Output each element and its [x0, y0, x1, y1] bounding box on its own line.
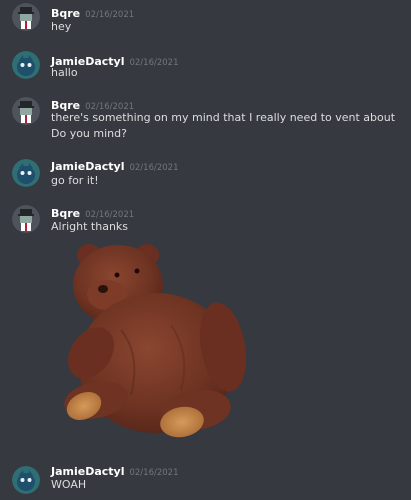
- avatar-bqre[interactable]: [12, 3, 40, 31]
- message-text: WOAH: [51, 478, 87, 491]
- timestamp: 02/16/2021: [129, 58, 179, 68]
- timestamp: 02/16/2021: [85, 10, 135, 20]
- avatar-jamiedactyl[interactable]: [12, 466, 40, 494]
- avatar-bqre[interactable]: [12, 205, 40, 233]
- timestamp: 02/16/2021: [129, 163, 179, 173]
- message-text: go for it!: [51, 174, 99, 187]
- message-text: hey: [51, 20, 72, 33]
- timestamp: 02/16/2021: [129, 468, 179, 478]
- teddy-bear-image: [64, 244, 247, 438]
- message-text: Do you mind?: [51, 127, 127, 140]
- chat-log: Bqre 02/16/2021 hey JamieDactyl 02/16/2021…: [0, 0, 411, 500]
- message-text: hallo: [51, 66, 78, 79]
- username[interactable]: JamieDactyl: [51, 465, 124, 478]
- message-text: there's something on my mind that I real…: [51, 111, 396, 124]
- avatar-jamiedactyl[interactable]: [12, 51, 40, 79]
- image-attachment[interactable]: [51, 235, 261, 450]
- avatar-jamiedactyl[interactable]: [12, 159, 40, 187]
- timestamp: 02/16/2021: [85, 210, 135, 220]
- username[interactable]: Bqre: [51, 207, 80, 220]
- username[interactable]: JamieDactyl: [51, 160, 124, 173]
- message-header: JamieDactyl 02/16/2021: [51, 158, 178, 175]
- avatar-bqre[interactable]: [12, 97, 40, 125]
- username[interactable]: Bqre: [51, 7, 80, 20]
- message-text: Alright thanks: [51, 220, 129, 233]
